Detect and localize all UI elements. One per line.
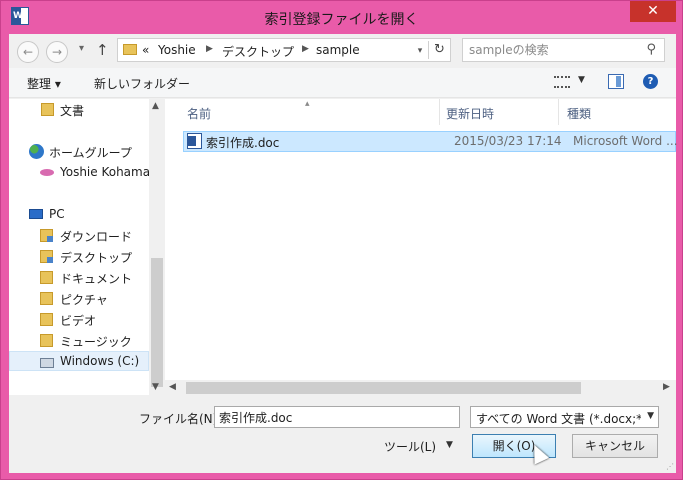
nav-scroll-thumb[interactable]: [151, 258, 163, 387]
scroll-right-icon[interactable]: ▶: [663, 382, 670, 392]
help-icon[interactable]: ?: [643, 74, 658, 89]
word-document-icon: [187, 133, 202, 149]
scroll-down-icon[interactable]: ▼: [152, 382, 159, 392]
dialog-title: 索引登録ファイルを開く: [264, 12, 419, 28]
nav-vertical-scrollbar[interactable]: ▲ ▼: [149, 99, 165, 395]
close-button[interactable]: ✕: [630, 1, 676, 22]
breadcrumb-desktop[interactable]: デスクトップ: [222, 43, 294, 60]
homegroup-icon: [29, 144, 44, 159]
nav-item-desktop[interactable]: デスクトップ: [9, 246, 149, 266]
column-header-type[interactable]: 種類: [559, 99, 676, 125]
dialog-footer: ファイル名(N): すべての Word 文書 (*.docx;*. ▼ ツール(…: [9, 396, 676, 473]
user-icon: [40, 169, 54, 176]
preview-pane-icon[interactable]: [608, 74, 624, 89]
filetype-select[interactable]: すべての Word 文書 (*.docx;*. ▼: [470, 406, 659, 428]
dialog-window: W 索引登録ファイルを開く ✕ ← → ▾ ↑ « Yoshie ▶ デスクトッ…: [0, 0, 683, 480]
nav-item-documents[interactable]: 文書: [9, 99, 149, 119]
file-list[interactable]: ▴ 名前 更新日時 種類 索引作成.doc 2015/03/23 17:14 M…: [165, 99, 678, 395]
breadcrumb-yoshie[interactable]: Yoshie: [158, 43, 196, 57]
cancel-button[interactable]: キャンセル: [572, 434, 658, 458]
view-chevron-down-icon[interactable]: ▼: [578, 75, 585, 85]
back-button[interactable]: ←: [17, 41, 39, 63]
search-input[interactable]: [469, 42, 639, 58]
address-overflow[interactable]: «: [142, 43, 149, 57]
up-button[interactable]: ↑: [96, 41, 109, 59]
breadcrumb-separator-icon[interactable]: ▶: [302, 44, 309, 54]
breadcrumb-sample[interactable]: sample: [316, 43, 360, 57]
file-type: Microsoft Word ...: [573, 134, 678, 148]
refresh-button[interactable]: ↻: [428, 41, 450, 59]
videos-folder-icon: [40, 313, 53, 326]
nav-item-downloads[interactable]: ダウンロード: [9, 225, 149, 245]
file-modified: 2015/03/23 17:14: [454, 134, 562, 148]
nav-item-documents-lib[interactable]: ドキュメント: [9, 267, 149, 287]
column-header-name[interactable]: 名前: [165, 99, 439, 125]
title-bar[interactable]: W 索引登録ファイルを開く ✕: [1, 1, 682, 35]
filetype-chevron-down-icon: ▼: [647, 411, 654, 421]
nav-item-pc[interactable]: PC: [9, 204, 149, 224]
address-chevron-down-icon[interactable]: ▾: [412, 43, 428, 59]
search-icon[interactable]: ⚲: [646, 42, 656, 57]
recent-locations-chevron-down-icon[interactable]: ▾: [79, 43, 84, 54]
pictures-folder-icon: [40, 292, 53, 305]
nav-item-homegroup[interactable]: ホームグループ: [9, 141, 149, 161]
nav-item-videos[interactable]: ビデオ: [9, 309, 149, 329]
scroll-up-icon[interactable]: ▲: [152, 101, 159, 111]
navigation-pane[interactable]: 文書 ホームグループ Yoshie Kohama PC ダウンロード デスクトッ…: [9, 99, 149, 395]
search-box[interactable]: ⚲: [462, 38, 665, 62]
forward-button[interactable]: →: [46, 41, 68, 63]
tools-chevron-down-icon[interactable]: ▼: [446, 440, 453, 450]
music-folder-icon: [40, 334, 53, 347]
tools-button[interactable]: ツール(L): [384, 438, 436, 455]
file-name: 索引作成.doc: [206, 136, 280, 150]
file-horizontal-scrollbar[interactable]: ◀ ▶: [165, 380, 676, 396]
organize-button[interactable]: 整理 ▾: [27, 75, 61, 92]
filename-input[interactable]: [214, 406, 460, 428]
nav-item-pictures[interactable]: ピクチャ: [9, 288, 149, 308]
pc-icon: [29, 209, 43, 219]
column-header-modified[interactable]: 更新日時: [440, 99, 558, 125]
view-options-icon[interactable]: [554, 76, 570, 88]
desktop-folder-icon: [40, 250, 53, 263]
resize-grip-icon[interactable]: ⋰: [666, 462, 674, 471]
nav-item-windows-drive[interactable]: Windows (C:): [9, 351, 149, 371]
folder-icon: [123, 44, 137, 55]
file-row[interactable]: 索引作成.doc 2015/03/23 17:14 Microsoft Word…: [183, 131, 678, 152]
nav-item-music[interactable]: ミュージック: [9, 330, 149, 350]
downloads-folder-icon: [40, 229, 53, 242]
folder-icon: [41, 103, 54, 116]
filename-label: ファイル名(N):: [139, 412, 222, 426]
scroll-left-icon[interactable]: ◀: [169, 382, 176, 392]
documents-folder-icon: [40, 271, 53, 284]
drive-icon: [40, 358, 54, 368]
nav-item-user[interactable]: Yoshie Kohama: [9, 162, 149, 182]
command-toolbar: 整理 ▾ 新しいフォルダー ▼ ?: [9, 68, 676, 98]
address-bar[interactable]: « Yoshie ▶ デスクトップ ▶ sample ▾ ↻: [117, 38, 451, 62]
new-folder-button[interactable]: 新しいフォルダー: [94, 75, 190, 92]
breadcrumb-separator-icon[interactable]: ▶: [206, 44, 213, 54]
file-scroll-thumb[interactable]: [186, 382, 581, 394]
dialog-client: ← → ▾ ↑ « Yoshie ▶ デスクトップ ▶ sample ▾ ↻ ⚲…: [9, 34, 678, 473]
